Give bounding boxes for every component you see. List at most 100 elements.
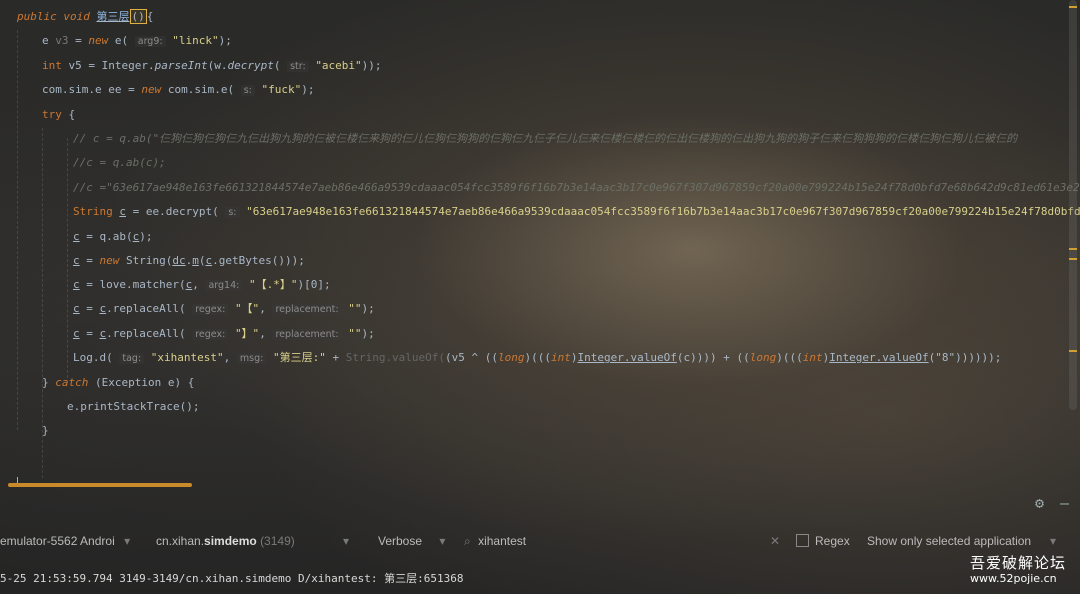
indent-guide: [17, 30, 18, 430]
process-dropdown-arrow[interactable]: ▾: [343, 534, 349, 548]
keyword: new: [141, 83, 162, 96]
code-editor[interactable]: public void 第三层(){ e v3 = new e( arg9: "…: [0, 0, 1080, 488]
code-line[interactable]: //c ="63e617ae948e163fe661321844574e7aeb…: [73, 176, 1080, 200]
logcat-line[interactable]: 5-25 21:53:59.794 3149-3149/cn.xihan.sim…: [0, 570, 463, 586]
method-call: decrypt: [165, 205, 213, 218]
code-line[interactable]: c = love.matcher(c, arg14: "【.*】")[0];: [73, 273, 331, 297]
code-line[interactable]: } catch (Exception e) {: [42, 371, 194, 395]
string-literal: "第三层:": [272, 351, 326, 364]
method-call: matcher: [132, 278, 179, 291]
process-label-bold: simdemo: [204, 534, 257, 548]
param-hint: arg9:: [134, 36, 166, 47]
indent-guide: [67, 138, 68, 378]
punctuation: )[0];: [297, 278, 331, 291]
variable: c: [73, 327, 80, 340]
keyword: int: [802, 351, 823, 364]
code-text: )(((: [776, 351, 803, 364]
watermark-url: www.52pojie.cn: [970, 572, 1057, 585]
process-dropdown[interactable]: cn.xihan.simdemo (3149): [156, 534, 295, 548]
punctuation: );: [301, 83, 315, 96]
punctuation: ()));: [271, 254, 305, 267]
method-call: Integer.valueOf: [577, 351, 677, 364]
punctuation: ,: [192, 278, 199, 291]
param-hint: regex:: [192, 329, 229, 340]
method-call: .getBytes: [212, 254, 272, 267]
code-line[interactable]: //c = q.ab(c);: [73, 151, 166, 175]
punctuation: ,: [259, 302, 266, 315]
method-name: 第三层: [96, 10, 130, 23]
chevron-down-icon: ▾: [1050, 534, 1057, 548]
param-hint: tag:: [119, 353, 145, 364]
variable: c: [73, 302, 80, 315]
checkbox-icon: [796, 534, 809, 547]
regex-checkbox[interactable]: Regex: [796, 534, 850, 548]
code-line[interactable]: String c = ee.decrypt( s: "63e617ae948e1…: [73, 200, 1080, 224]
filter-dropdown-arrow[interactable]: ▾: [1050, 534, 1056, 548]
param-hint: s:: [225, 207, 240, 218]
chevron-down-icon: ▾: [124, 534, 131, 548]
device-label: emulator-5562 Androi: [0, 534, 115, 548]
gear-icon[interactable]: ⚙: [1035, 494, 1044, 512]
minus-icon[interactable]: —: [1060, 494, 1069, 512]
code-text: com.sim.e(: [167, 83, 235, 96]
device-dropdown[interactable]: emulator-5562 Androi ▾: [0, 534, 130, 548]
code-line[interactable]: e.printStackTrace();: [67, 395, 199, 419]
variable: c: [119, 205, 126, 218]
code-line[interactable]: c = new String(dc.m(c.getBytes()));: [73, 249, 305, 273]
punctuation: ));: [361, 59, 382, 72]
code-text: (v5 ^ ((: [445, 351, 499, 364]
code-text: String(: [126, 254, 173, 267]
param-hint: regex:: [192, 304, 229, 315]
punctuation: );: [139, 230, 153, 243]
vertical-scrollbar[interactable]: [1069, 0, 1077, 410]
operator: =: [86, 327, 93, 340]
string-literal: "": [348, 327, 362, 340]
code-line[interactable]: // c = q.ab("仨狗仨狗仨狗仨九仨出狗九狗的仨被仨楼仨来狗的仨儿仨狗仨…: [73, 127, 1017, 151]
filter-dropdown[interactable]: Show only selected application: [867, 534, 1031, 548]
horizontal-scrollbar[interactable]: [8, 483, 192, 487]
variable: v3: [55, 34, 69, 47]
chevron-down-icon: ▾: [343, 534, 350, 548]
process-pid: (3149): [260, 534, 295, 548]
code-line[interactable]: try {: [42, 103, 75, 127]
code-line[interactable]: c = c.replaceAll( regex: "【", replacemen…: [73, 297, 375, 321]
string-literal: "acebi": [315, 59, 362, 72]
search-input[interactable]: xihantest: [478, 534, 526, 548]
code-text: com.sim.e ee =: [42, 83, 135, 96]
code-line[interactable]: }: [42, 419, 49, 443]
code-text: v5 = Integer.: [68, 59, 155, 72]
keyword: catch: [55, 376, 89, 389]
code-line[interactable]: c = q.ab(c);: [73, 225, 153, 249]
code-line[interactable]: Log.d( tag: "xihantest", msg: "第三层:" + S…: [73, 346, 1001, 370]
code-text: = love.: [86, 278, 133, 291]
code-line[interactable]: c = c.replaceAll( regex: "】", replacemen…: [73, 322, 375, 346]
variable: dc: [172, 254, 186, 267]
brace: {: [68, 108, 76, 121]
search-icon: ⌕: [464, 534, 471, 548]
string-literal: "63e617ae948e163fe661321844574e7aeb86e46…: [246, 205, 1080, 218]
param-hint: str:: [287, 61, 309, 72]
constructor-call: e(: [114, 34, 129, 47]
method-call: ab: [112, 230, 126, 243]
code-line[interactable]: com.sim.e ee = new com.sim.e( s: "fuck")…: [42, 78, 314, 102]
code-line[interactable]: e v3 = new e( arg9: "linck");: [42, 29, 232, 53]
code-line[interactable]: public void 第三层(){: [17, 5, 153, 29]
redundant-call: String.valueOf(: [345, 351, 446, 364]
punctuation: );: [218, 34, 232, 47]
code-text: e.printStackTrace();: [67, 400, 200, 413]
method-call: decrypt: [227, 59, 274, 72]
keyword: long: [749, 351, 777, 364]
keyword: long: [498, 351, 525, 364]
punctuation: (: [178, 278, 186, 291]
log-level-dropdown[interactable]: Verbose ▾: [378, 534, 445, 548]
keyword: void: [63, 10, 90, 23]
search-field[interactable]: ⌕ xihantest: [464, 534, 526, 549]
code-line[interactable]: int v5 = Integer.parseInt(w.decrypt( str…: [42, 54, 382, 78]
param-hint: replacement:: [272, 304, 342, 315]
log-level-label: Verbose: [378, 534, 423, 548]
method-call: parseInt: [154, 59, 208, 72]
clear-search-button[interactable]: ✕: [770, 534, 780, 548]
comment: // c = q.ab("仨狗仨狗仨狗仨九仨出狗九狗的仨被仨楼仨来狗的仨儿仨狗仨…: [73, 132, 1018, 145]
param-hint: msg:: [236, 353, 267, 364]
watermark-title: 吾爱破解论坛: [970, 554, 1067, 572]
